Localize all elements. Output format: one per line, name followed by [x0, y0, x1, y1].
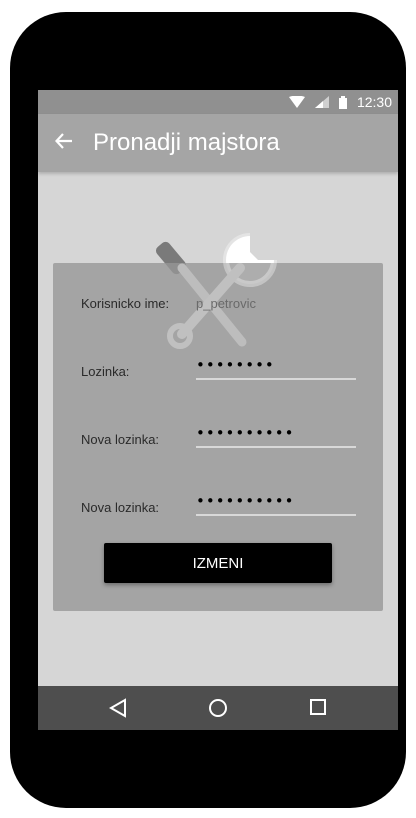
page-title: Pronadji majstora: [93, 129, 280, 156]
back-button[interactable]: [38, 114, 90, 172]
new-password-label: Nova lozinka:: [81, 432, 160, 447]
battery-icon: [338, 95, 347, 109]
password-label: Lozinka:: [81, 364, 130, 379]
app-bar: Pronadji majstora: [38, 114, 398, 172]
change-button[interactable]: IZMENI: [104, 543, 332, 583]
circle-home-icon[interactable]: [208, 698, 228, 723]
signal-icon: [314, 96, 329, 108]
status-time: 12:30: [356, 94, 392, 110]
username-value: p_petrovic: [196, 296, 256, 311]
new-password-field[interactable]: [196, 422, 356, 448]
screen: 12:30 Pronadji majstora Korisnicko ime: …: [38, 90, 398, 730]
confirm-password-field[interactable]: [196, 490, 356, 516]
square-recents-icon[interactable]: [309, 698, 327, 721]
navigation-bar: [38, 686, 398, 730]
username-label: Korisnicko ime:: [81, 296, 170, 311]
arrow-left-icon: [54, 132, 73, 155]
phone-frame: 12:30 Pronadji majstora Korisnicko ime: …: [10, 12, 406, 808]
confirm-password-label: Nova lozinka:: [81, 500, 160, 515]
wrench-screwdriver-watermark-icon: [154, 226, 280, 357]
password-field[interactable]: [196, 354, 356, 380]
change-password-card: Korisnicko ime: p_petrovic Lozinka: Nova…: [53, 233, 383, 611]
triangle-back-icon[interactable]: [108, 698, 127, 723]
wifi-icon: [288, 96, 305, 108]
status-bar: 12:30: [38, 90, 398, 114]
